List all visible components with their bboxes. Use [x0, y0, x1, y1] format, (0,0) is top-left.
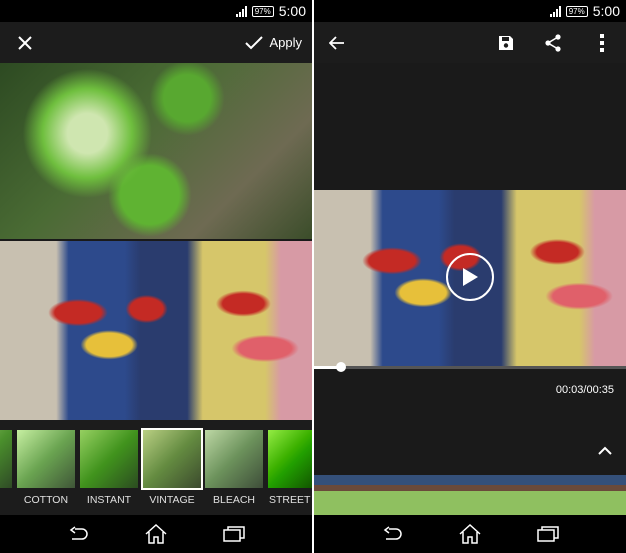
filter-label: BLEACH: [212, 494, 255, 506]
chevron-up-icon: [598, 446, 612, 455]
back-button[interactable]: [326, 32, 348, 54]
timeline-strip[interactable]: [314, 475, 626, 515]
apply-label: Apply: [269, 35, 302, 50]
save-icon: [499, 35, 513, 50]
tomato-photo: [0, 63, 312, 239]
filter-thumb-instant[interactable]: [80, 430, 138, 488]
filter-label: VINTAGE: [149, 494, 195, 506]
arrow-left-icon: [329, 35, 344, 50]
seek-bar[interactable]: [314, 362, 626, 372]
save-button[interactable]: [496, 33, 516, 53]
share-icon: [545, 33, 561, 52]
filter-thumb-partial[interactable]: [0, 430, 12, 488]
filter-strip: COTTON INSTANT VINTAGE BLEACH STREET: [0, 420, 312, 515]
recents-icon[interactable]: [536, 525, 559, 543]
back-nav-icon[interactable]: [381, 526, 403, 542]
more-vert-icon: [600, 33, 604, 52]
expand-button[interactable]: [594, 441, 616, 459]
close-icon: [18, 35, 32, 50]
battery-icon: 97%: [565, 5, 588, 17]
seek-thumb[interactable]: [335, 362, 346, 372]
play-button[interactable]: [446, 253, 494, 301]
filter-thumb-cotton[interactable]: [17, 430, 75, 488]
nav-bar: [0, 515, 312, 553]
filter-screen: 97% 5:00 Apply COTTON INSTANT VINTAGE BL…: [0, 0, 312, 553]
check-icon: [245, 35, 264, 49]
filter-label: COTTON: [23, 494, 69, 506]
home-icon[interactable]: [458, 523, 482, 545]
recents-icon[interactable]: [222, 525, 245, 543]
status-bar: 97% 5:00: [0, 0, 312, 22]
status-bar: 97% 5:00: [314, 0, 626, 22]
video-toolbar: [314, 22, 626, 63]
apply-button[interactable]: Apply: [245, 35, 302, 50]
back-nav-icon[interactable]: [67, 526, 89, 542]
filter-label: STREET: [269, 494, 311, 506]
filter-toolbar: Apply: [0, 22, 312, 63]
share-button[interactable]: [543, 33, 563, 53]
nav-bar: [314, 515, 626, 553]
filter-thumb-street[interactable]: [268, 430, 312, 488]
clock: 5:00: [592, 3, 620, 19]
signal-icon: [235, 5, 247, 17]
filter-label: INSTANT: [86, 494, 132, 506]
video-time: 00:03/00:35: [555, 384, 614, 396]
kids-dance-photo: [0, 241, 312, 420]
battery-icon: 97%: [251, 5, 274, 17]
filter-thumb-bleach[interactable]: [205, 430, 263, 488]
play-icon: [463, 268, 478, 286]
filter-thumb-vintage[interactable]: [141, 428, 203, 490]
video-screen: 97% 5:00 00:03/00:35: [314, 0, 626, 553]
home-icon[interactable]: [144, 523, 168, 545]
signal-icon: [549, 5, 561, 17]
close-button[interactable]: [14, 32, 36, 54]
more-options-button[interactable]: [592, 33, 612, 53]
clock: 5:00: [278, 3, 306, 19]
